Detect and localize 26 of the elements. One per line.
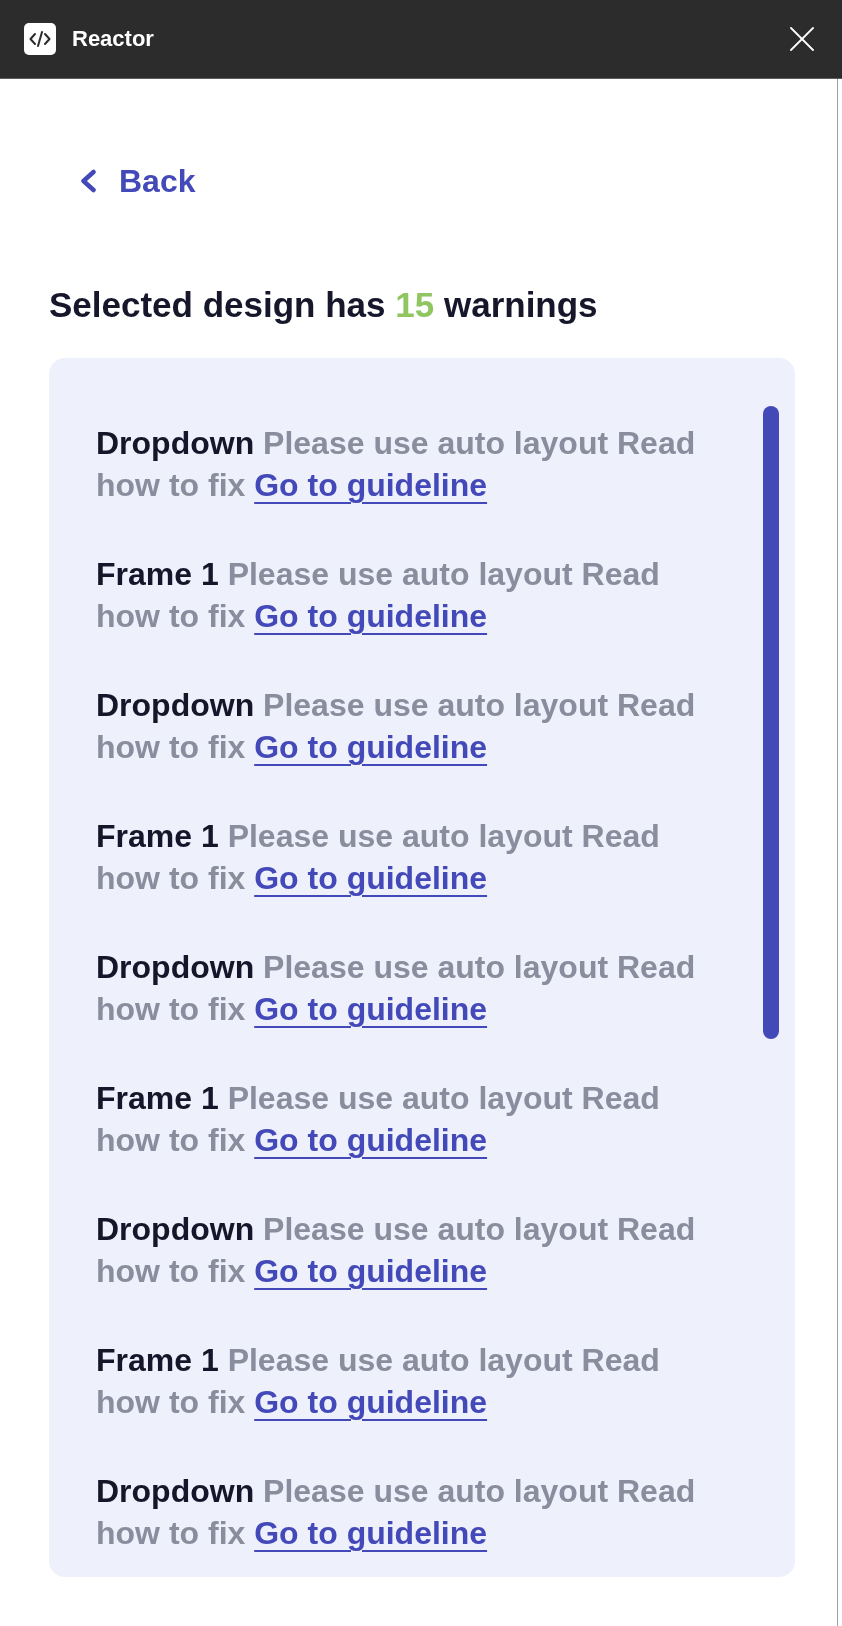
window-title: Reactor bbox=[72, 25, 154, 53]
warning-text: Dropdown Please use auto layout Read how to fix Go to guideline bbox=[96, 948, 697, 1029]
warning-text: Frame 1 Please use auto layout Read how to fix Go to guideline bbox=[96, 817, 661, 898]
guideline-link[interactable]: Go to guideline bbox=[254, 598, 488, 634]
guideline-link[interactable]: Go to guideline bbox=[254, 860, 488, 896]
warning-text: Dropdown Please use auto layout Read how to fix Go to guideline bbox=[96, 1210, 697, 1291]
chevron-left-icon bbox=[79, 169, 97, 193]
close-button[interactable] bbox=[788, 25, 816, 53]
warning-text: Frame 1 Please use auto layout Read how to fix Go to guideline bbox=[96, 555, 661, 636]
guideline-link[interactable]: Go to guideline bbox=[254, 1122, 488, 1158]
warning-text: Dropdown Please use auto layout Read how to fix Go to guideline bbox=[96, 1472, 697, 1553]
guideline-link[interactable]: Go to guideline bbox=[254, 1253, 488, 1289]
warnings-heading: Selected design has 15 warnings bbox=[49, 284, 598, 326]
close-icon bbox=[790, 27, 814, 51]
guideline-link[interactable]: Go to guideline bbox=[254, 1515, 488, 1551]
warning-text: Frame 1 Please use auto layout Read how to fix Go to guideline bbox=[96, 1341, 661, 1422]
guideline-link[interactable]: Go to guideline bbox=[254, 991, 488, 1027]
code-icon bbox=[24, 23, 56, 55]
scrollbar-thumb[interactable] bbox=[763, 406, 779, 1039]
warning-text: Dropdown Please use auto layout Read how to fix Go to guideline bbox=[96, 424, 697, 505]
back-button[interactable]: Back bbox=[79, 162, 196, 200]
warning-text: Frame 1 Please use auto layout Read how to fix Go to guideline bbox=[96, 1079, 661, 1160]
guideline-link[interactable]: Go to guideline bbox=[254, 1384, 488, 1420]
guideline-link[interactable]: Go to guideline bbox=[254, 729, 488, 765]
warning-text: Dropdown Please use auto layout Read how to fix Go to guideline bbox=[96, 686, 697, 767]
guideline-link[interactable]: Go to guideline bbox=[254, 467, 488, 503]
